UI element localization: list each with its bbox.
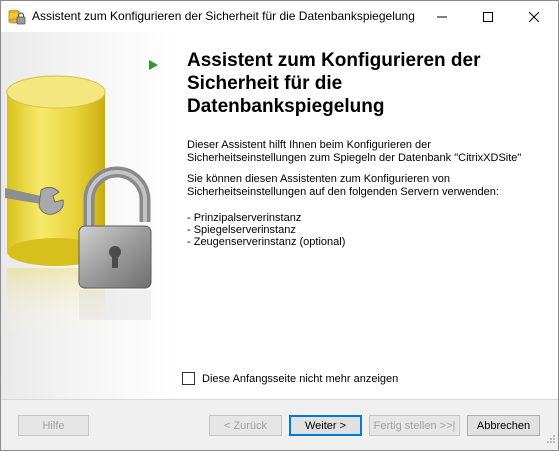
resize-grip-icon[interactable] [546,431,556,449]
cancel-button[interactable]: Abbrechen [467,415,540,436]
wizard-window: Assistent zum Konfigurieren der Sicherhe… [0,0,559,451]
maximize-icon [483,11,493,22]
skip-intro-option[interactable]: Diese Anfangsseite nicht mehr anzeigen [182,372,398,385]
finish-button[interactable]: Fertig stellen >>| [369,415,460,436]
maximize-button[interactable] [465,1,511,32]
page-title: Assistent zum Konfigurieren der Sicherhe… [187,50,481,117]
minimize-button[interactable] [419,1,465,32]
database-app-icon [8,8,26,26]
wizard-illustration-panel [1,32,181,399]
list-item: - Zeugenserverinstanz (optional) [187,236,346,248]
skip-intro-checkbox[interactable] [182,372,195,385]
list-item: - Spiegelserverinstanz [187,224,296,236]
window-title: Assistent zum Konfigurieren der Sicherhe… [32,9,415,23]
skip-intro-label[interactable]: Diese Anfangsseite nicht mehr anzeigen [202,373,398,385]
button-bar: Hilfe < Zurück Weiter > Fertig stellen >… [1,399,558,450]
back-button[interactable]: < Zurück [209,415,282,436]
minimize-icon [437,16,447,17]
close-icon [529,11,539,22]
green-arrow-icon [149,57,158,75]
next-button[interactable]: Weiter > [289,415,362,436]
servers-paragraph: Sie können diesen Assistenten zum Konfig… [187,173,499,198]
server-list: - Prinzipalserverinstanz - Spiegelserver… [187,212,345,248]
intro-paragraph: Dieser Assistent hilft Ihnen beim Konfig… [187,139,522,164]
close-button[interactable] [511,1,557,32]
database-lock-wrench-illustration [5,75,152,338]
title-bar: Assistent zum Konfigurieren der Sicherhe… [1,1,558,32]
list-item: - Prinzipalserverinstanz [187,212,302,224]
help-button[interactable]: Hilfe [18,415,89,436]
